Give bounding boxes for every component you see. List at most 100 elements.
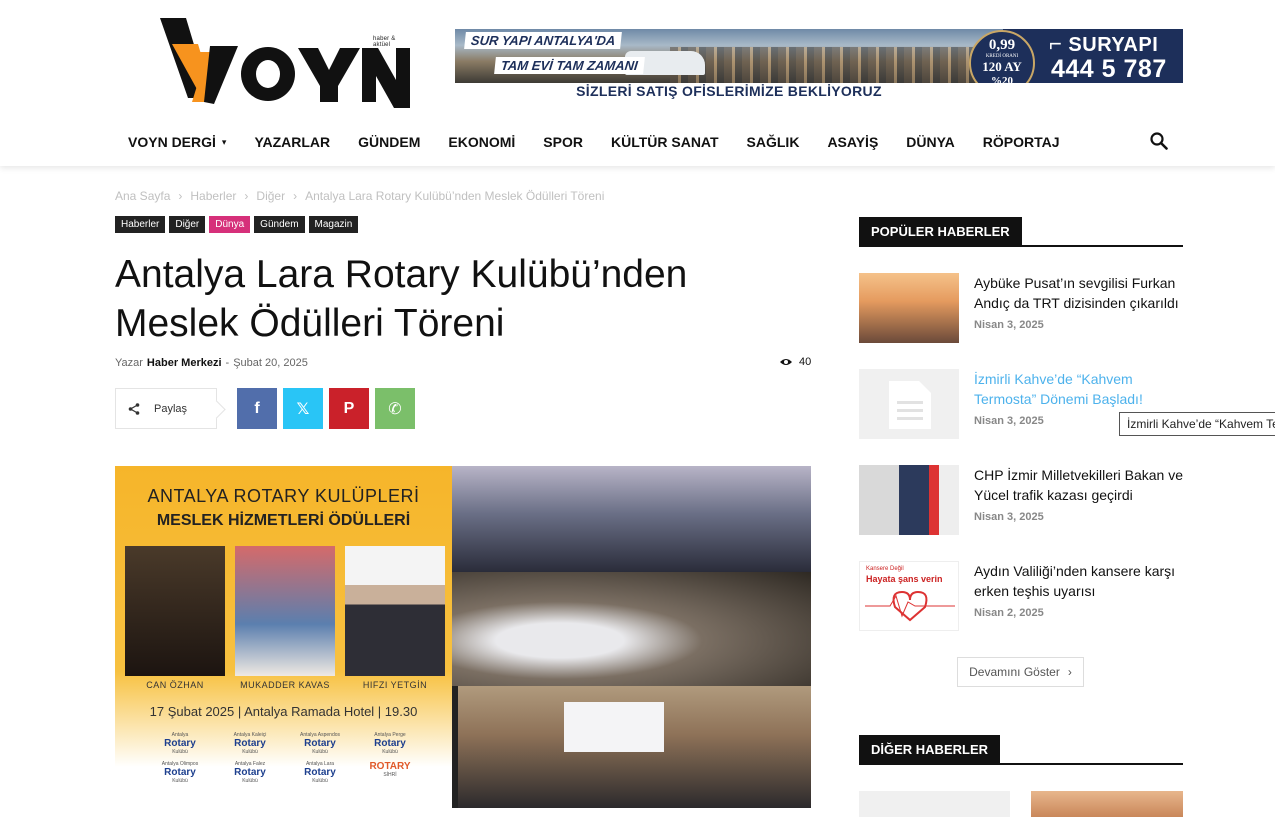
- club-logo: Antalya Kaleiçi Rotary Kulübü: [233, 732, 267, 755]
- nav-item-voyn-dergi[interactable]: VOYN DERGİ ▾: [114, 134, 240, 150]
- nav-item-roportaj[interactable]: RÖPORTAJ: [969, 134, 1074, 150]
- popular-thumb[interactable]: [859, 273, 959, 343]
- eye-icon: [780, 359, 792, 365]
- share-pinterest-button[interactable]: P: [329, 388, 369, 429]
- article-meta: Yazar Haber Merkezi - Şubat 20, 2025: [115, 357, 308, 369]
- club-logo: Antalya Perge Rotary Kulübü: [374, 732, 406, 755]
- voyn-logo-icon: [160, 18, 410, 108]
- other-news-thumb[interactable]: [859, 791, 1010, 817]
- breadcrumb-diger[interactable]: Diğer: [256, 189, 285, 203]
- image-placeholder-icon: [889, 381, 931, 429]
- rate-badge: 0,99 KREDİ ORANI 120 AY %20: [969, 30, 1035, 83]
- club-logo: Antalya Aspendos Rotary Kulübü: [299, 732, 341, 755]
- banner-slogan-2: TAM EVİ TAM ZAMANI: [494, 57, 645, 74]
- banner-slogan-1: SUR YAPI ANTALYA'DA: [464, 32, 623, 49]
- popular-item-title[interactable]: İzmirli Kahve’de “Kahvem Termosta” Dönem…: [974, 369, 1186, 409]
- category-tags: Haberler Diğer Dünya Gündem Magazin: [115, 216, 359, 233]
- breadcrumb-home[interactable]: Ana Sayfa: [115, 189, 170, 203]
- share-bar: Paylaş f 𝕏 P ✆: [115, 388, 415, 429]
- popular-item[interactable]: Aybüke Pusat’ın sevgilisi Furkan Andıç d…: [859, 273, 1183, 345]
- group-photo-2: [458, 686, 811, 808]
- poster-heading-2: MESLEK HİZMETLERİ ÖDÜLLERİ: [156, 512, 411, 529]
- breadcrumb-separator-icon: ›: [244, 189, 249, 203]
- view-count-value: 40: [799, 356, 812, 368]
- share-icon: [128, 402, 140, 415]
- tag-haberler[interactable]: Haberler: [115, 216, 166, 233]
- popular-item-date: Nisan 3, 2025: [974, 511, 1044, 523]
- nav-item-asayis[interactable]: ASAYİŞ: [813, 134, 892, 150]
- club-logo: Antalya Falez Rotary Kulübü: [234, 761, 266, 784]
- club-logo: Antalya Olimpos Rotary Kulübü: [161, 761, 199, 784]
- article-hero-image: ANTALYA ROTARY KULÜPLERİ MESLEK HİZMETLE…: [115, 466, 811, 808]
- tag-magazin[interactable]: Magazin: [308, 216, 359, 233]
- show-more-button[interactable]: Devamını Göster ›: [957, 657, 1084, 687]
- site-header: haber & aktüel SUR YAPI ANTALYA'DA TAM E…: [0, 0, 1275, 166]
- breadcrumb-separator-icon: ›: [178, 189, 183, 203]
- event-poster: ANTALYA ROTARY KULÜPLERİ MESLEK HİZMETLE…: [115, 466, 452, 808]
- nav-item-gundem[interactable]: GÜNDEM: [344, 134, 434, 150]
- other-news-thumb[interactable]: [1031, 791, 1183, 817]
- author-link[interactable]: Haber Merkezi: [147, 357, 222, 369]
- banner-subtitle: SİZLERİ SATIŞ OFİSLERİMİZE BEKLİYORUZ: [576, 83, 882, 99]
- site-logo[interactable]: haber & aktüel: [158, 16, 414, 112]
- article-title: Antalya Lara Rotary Kulübü’nden Meslek Ö…: [115, 253, 688, 345]
- tag-dunya[interactable]: Dünya: [209, 216, 251, 233]
- nav-item-saglik[interactable]: SAĞLIK: [733, 134, 814, 150]
- popular-thumb[interactable]: [859, 465, 959, 535]
- nav-item-spor[interactable]: SPOR: [529, 134, 597, 150]
- popular-thumb[interactable]: Kansere Değil Hayata şans verin: [859, 561, 959, 631]
- nav-item-ekonomi[interactable]: EKONOMİ: [434, 134, 529, 150]
- poster-heading-1: ANTALYA ROTARY KULÜPLERİ: [147, 486, 420, 506]
- popular-item-title[interactable]: Aydın Valiliği’nden kansere karşı erken …: [974, 561, 1186, 601]
- other-news-header: DİĞER HABERLER: [859, 735, 1183, 765]
- popular-item-title[interactable]: CHP İzmir Milletvekilleri Bakan ve Yücel…: [974, 465, 1186, 505]
- rate-value: 0,99: [988, 37, 1016, 53]
- portrait-2: [235, 546, 335, 676]
- link-tooltip: İzmirli Kahve’de “Kahvem Termosta” Dönem…: [1119, 412, 1275, 436]
- nav-item-kultur-sanat[interactable]: KÜLTÜR SANAT: [597, 134, 733, 150]
- nav-item-yazarlar[interactable]: YAZARLAR: [240, 134, 344, 150]
- tag-diger[interactable]: Diğer: [169, 216, 206, 233]
- show-more-label: Devamını Göster: [969, 665, 1060, 679]
- group-photo-1: [452, 466, 811, 572]
- author-prefix: Yazar: [115, 357, 143, 369]
- tag-gundem[interactable]: Gündem: [254, 216, 305, 233]
- view-count: 40: [779, 356, 811, 368]
- dinner-photo: [452, 572, 811, 686]
- person-label-3: HIFZI YETGİN: [362, 680, 428, 690]
- person-label-1: CAN ÖZHAN: [146, 680, 204, 690]
- breadcrumb: Ana Sayfa › Haberler › Diğer › Antalya L…: [115, 189, 604, 203]
- popular-item[interactable]: Kansere Değil Hayata şans verin Aydın Va…: [859, 561, 1183, 633]
- share-facebook-button[interactable]: f: [237, 388, 277, 429]
- popular-item[interactable]: CHP İzmir Milletvekilleri Bakan ve Yücel…: [859, 465, 1183, 537]
- popular-news-header: POPÜLER HABERLER: [859, 217, 1183, 247]
- share-x-button[interactable]: 𝕏: [283, 388, 323, 429]
- main-nav: VOYN DERGİ ▾ YAZARLAR GÜNDEM EKONOMİ SPOR…: [114, 124, 1074, 160]
- event-photos: [452, 466, 811, 808]
- club-logo: Antalya Rotary Kulübü: [164, 732, 196, 755]
- search-button[interactable]: [1146, 128, 1172, 154]
- share-whatsapp-button[interactable]: ✆: [375, 388, 415, 429]
- popular-item-date: Nisan 3, 2025: [974, 319, 1044, 331]
- share-label-box[interactable]: Paylaş: [115, 388, 217, 429]
- breadcrumb-haberler[interactable]: Haberler: [190, 189, 236, 203]
- nav-item-label: VOYN DERGİ: [128, 134, 216, 150]
- event-details: 17 Şubat 2025 | Antalya Ramada Hotel | 1…: [149, 704, 418, 719]
- projection-screen: [564, 702, 664, 752]
- ad-banner[interactable]: SUR YAPI ANTALYA'DA TAM EVİ TAM ZAMANI 0…: [455, 29, 1183, 83]
- club-logos: Antalya Rotary Kulübü Antalya Kaleiçi Rotar…: [145, 732, 435, 784]
- banner-brand: ⌐ SURYAPI: [1049, 31, 1159, 56]
- logo-tagline: haber & aktüel: [373, 36, 396, 48]
- x-icon: 𝕏: [296, 400, 310, 418]
- popular-item-date: Nisan 3, 2025: [974, 415, 1044, 427]
- rotary-sihri-logo: ROTARY SİHRİ: [369, 761, 411, 778]
- banner-brand-text: SURYAPI: [1068, 34, 1159, 56]
- nav-item-dunya[interactable]: DÜNYA: [892, 134, 969, 150]
- whatsapp-icon: ✆: [388, 400, 402, 418]
- popular-item-title[interactable]: Aybüke Pusat’ın sevgilisi Furkan Andıç d…: [974, 273, 1186, 313]
- popular-news-title: POPÜLER HABERLER: [859, 217, 1022, 247]
- popular-thumb[interactable]: [859, 369, 959, 439]
- portrait-3: [345, 546, 445, 676]
- share-label: Paylaş: [154, 402, 188, 415]
- chevron-right-icon: ›: [1067, 665, 1072, 679]
